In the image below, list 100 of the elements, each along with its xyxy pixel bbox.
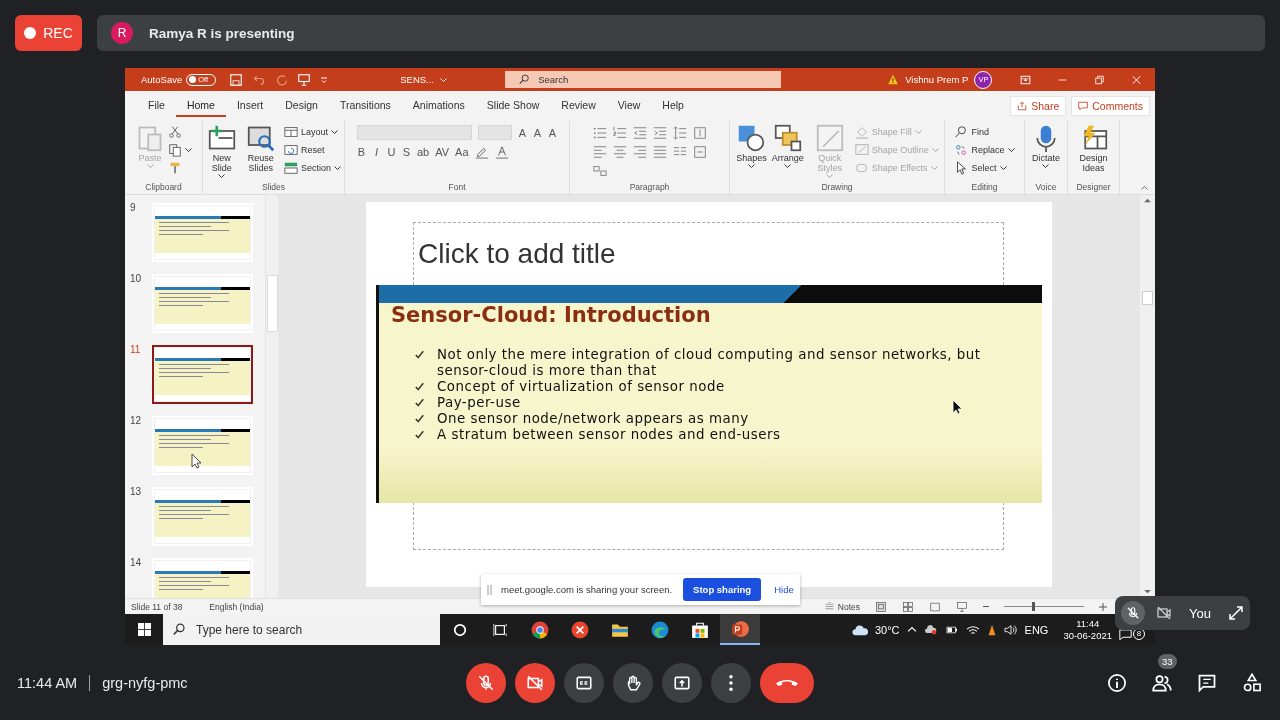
call-control-button[interactable] — [515, 662, 555, 703]
slide-title[interactable]: Click to add title — [418, 238, 616, 270]
group-label: Slides — [260, 181, 287, 194]
call-control-button[interactable] — [613, 662, 653, 703]
bullet-text: Pay-per-use — [437, 395, 521, 411]
format-button[interactable]: U — [387, 145, 396, 158]
restore-icon[interactable] — [1094, 74, 1105, 85]
ribbon-tab[interactable]: Transitions — [328, 95, 402, 117]
camera-off-icon[interactable] — [1155, 605, 1173, 621]
self-name: You — [1189, 605, 1211, 621]
reading-view-icon[interactable] — [929, 601, 941, 612]
temperature[interactable]: 30°C — [874, 623, 900, 636]
slide-thumbnail[interactable] — [152, 203, 253, 262]
battery-icon[interactable] — [944, 624, 959, 635]
save-icon[interactable] — [230, 73, 243, 86]
cloud-error-icon[interactable] — [923, 623, 938, 636]
ribbon-tab[interactable]: Design — [274, 95, 329, 117]
ribbon-button[interactable]: New Slide — [206, 124, 238, 178]
ribbon-button[interactable]: Layout — [283, 124, 341, 139]
call-control-button[interactable] — [760, 662, 814, 703]
task-view-icon[interactable] — [493, 622, 507, 637]
share-icon — [1017, 101, 1028, 111]
call-control-button[interactable] — [662, 662, 702, 703]
bullet-text: One sensor node/network appears as many — [437, 411, 749, 427]
format-button[interactable]: Aa — [455, 145, 469, 158]
format-button[interactable]: AV — [435, 145, 450, 158]
slide-thumbnail[interactable] — [152, 274, 253, 333]
ribbon-button[interactable]: Select — [954, 160, 1015, 175]
scrollbar[interactable] — [265, 195, 278, 598]
cortana-icon[interactable] — [453, 622, 467, 637]
search-icon — [519, 74, 531, 85]
paint-bucket-icon — [854, 124, 869, 139]
search-icon — [954, 124, 969, 139]
format-button[interactable]: B — [357, 145, 366, 158]
slide-thumbnail[interactable] — [152, 345, 253, 404]
format-button[interactable]: ab — [417, 145, 430, 158]
share-button[interactable]: Share — [1010, 96, 1067, 116]
ribbon-display-icon[interactable] — [1020, 74, 1031, 85]
chrome-icon — [531, 620, 549, 639]
normal-view-icon[interactable] — [875, 601, 887, 612]
ribbon-button[interactable]: Replace — [954, 142, 1015, 157]
taskbar-search-field[interactable]: Type here to search — [163, 614, 440, 645]
language-status[interactable]: English (India) — [209, 601, 264, 612]
input-language[interactable]: ENG — [1024, 623, 1049, 636]
zoom-in-icon[interactable] — [1099, 602, 1107, 611]
check-icon — [414, 382, 425, 392]
format-button[interactable]: S — [402, 145, 411, 158]
ribbon-button[interactable]: Shapes — [735, 124, 768, 168]
ribbon-tab[interactable]: Help — [651, 95, 695, 117]
ribbon-tab[interactable]: Animations — [401, 95, 476, 117]
scroll-thumb[interactable] — [1142, 291, 1153, 305]
windows-icon[interactable] — [137, 623, 151, 636]
ribbon-tab[interactable]: View — [606, 95, 652, 117]
speaker-icon[interactable] — [1003, 623, 1018, 636]
ribbon-button[interactable]: Find — [954, 124, 1015, 139]
more-icon — [729, 674, 733, 691]
cursor-icon — [952, 399, 962, 415]
ribbon-tab[interactable]: File — [137, 95, 176, 117]
ribbon-button[interactable]: Dictate — [1031, 124, 1061, 168]
scrollbar[interactable] — [1140, 195, 1155, 598]
zoom-thumb[interactable] — [1032, 602, 1035, 611]
mic-off-icon — [477, 673, 495, 692]
presentation-icon[interactable] — [298, 73, 311, 86]
slideshow-icon[interactable] — [956, 601, 968, 612]
notes-button[interactable]: Notes — [823, 601, 860, 612]
scroll-thumb[interactable] — [266, 275, 278, 332]
search-field[interactable]: Search — [505, 71, 782, 88]
ribbon-button[interactable]: Reset — [283, 142, 341, 157]
call-control-button[interactable] — [466, 662, 506, 703]
ribbon-tab[interactable]: Review — [550, 95, 607, 117]
comments-button[interactable]: Comments — [1071, 96, 1150, 116]
format-button[interactable]: A — [518, 126, 527, 139]
slide-thumbnail[interactable] — [152, 416, 253, 475]
ribbon-button[interactable]: Design Ideas — [1071, 124, 1116, 173]
hide-link[interactable]: Hide — [774, 584, 794, 595]
shapes-icon — [737, 124, 766, 152]
file-name[interactable]: SENS... — [400, 74, 434, 85]
slide-thumbnail[interactable] — [152, 487, 253, 546]
collapse-icon[interactable] — [1140, 185, 1149, 191]
chevron-up-icon[interactable] — [906, 626, 917, 633]
mic-off-icon[interactable] — [1126, 606, 1140, 620]
group-label: Clipboard — [144, 181, 183, 194]
stop-sharing-button[interactable]: Stop sharing — [683, 578, 762, 601]
ribbon-tab[interactable]: Insert — [225, 95, 275, 117]
format-button[interactable]: A — [533, 126, 542, 139]
ribbon-button[interactable]: Section — [283, 160, 341, 175]
ribbon-button[interactable] — [168, 142, 192, 157]
ribbon-tab[interactable]: Home — [175, 95, 226, 117]
notification-icon[interactable] — [1119, 627, 1132, 640]
expand-icon[interactable] — [1228, 605, 1244, 621]
ribbon-button[interactable]: Arrange — [770, 124, 805, 168]
ribbon-tab[interactable]: Slide Show — [475, 95, 551, 117]
call-control-button[interactable] — [564, 662, 604, 703]
wifi-icon[interactable] — [965, 623, 980, 636]
slide-sorter-icon[interactable] — [902, 601, 914, 612]
format-button[interactable]: I — [372, 145, 381, 158]
clock[interactable]: 11:44 30-06-2021 — [1063, 617, 1112, 642]
ribbon-button[interactable]: Reuse Slides — [240, 124, 281, 173]
format-button[interactable]: A — [548, 126, 557, 139]
participant-count: 33 — [1158, 653, 1177, 669]
